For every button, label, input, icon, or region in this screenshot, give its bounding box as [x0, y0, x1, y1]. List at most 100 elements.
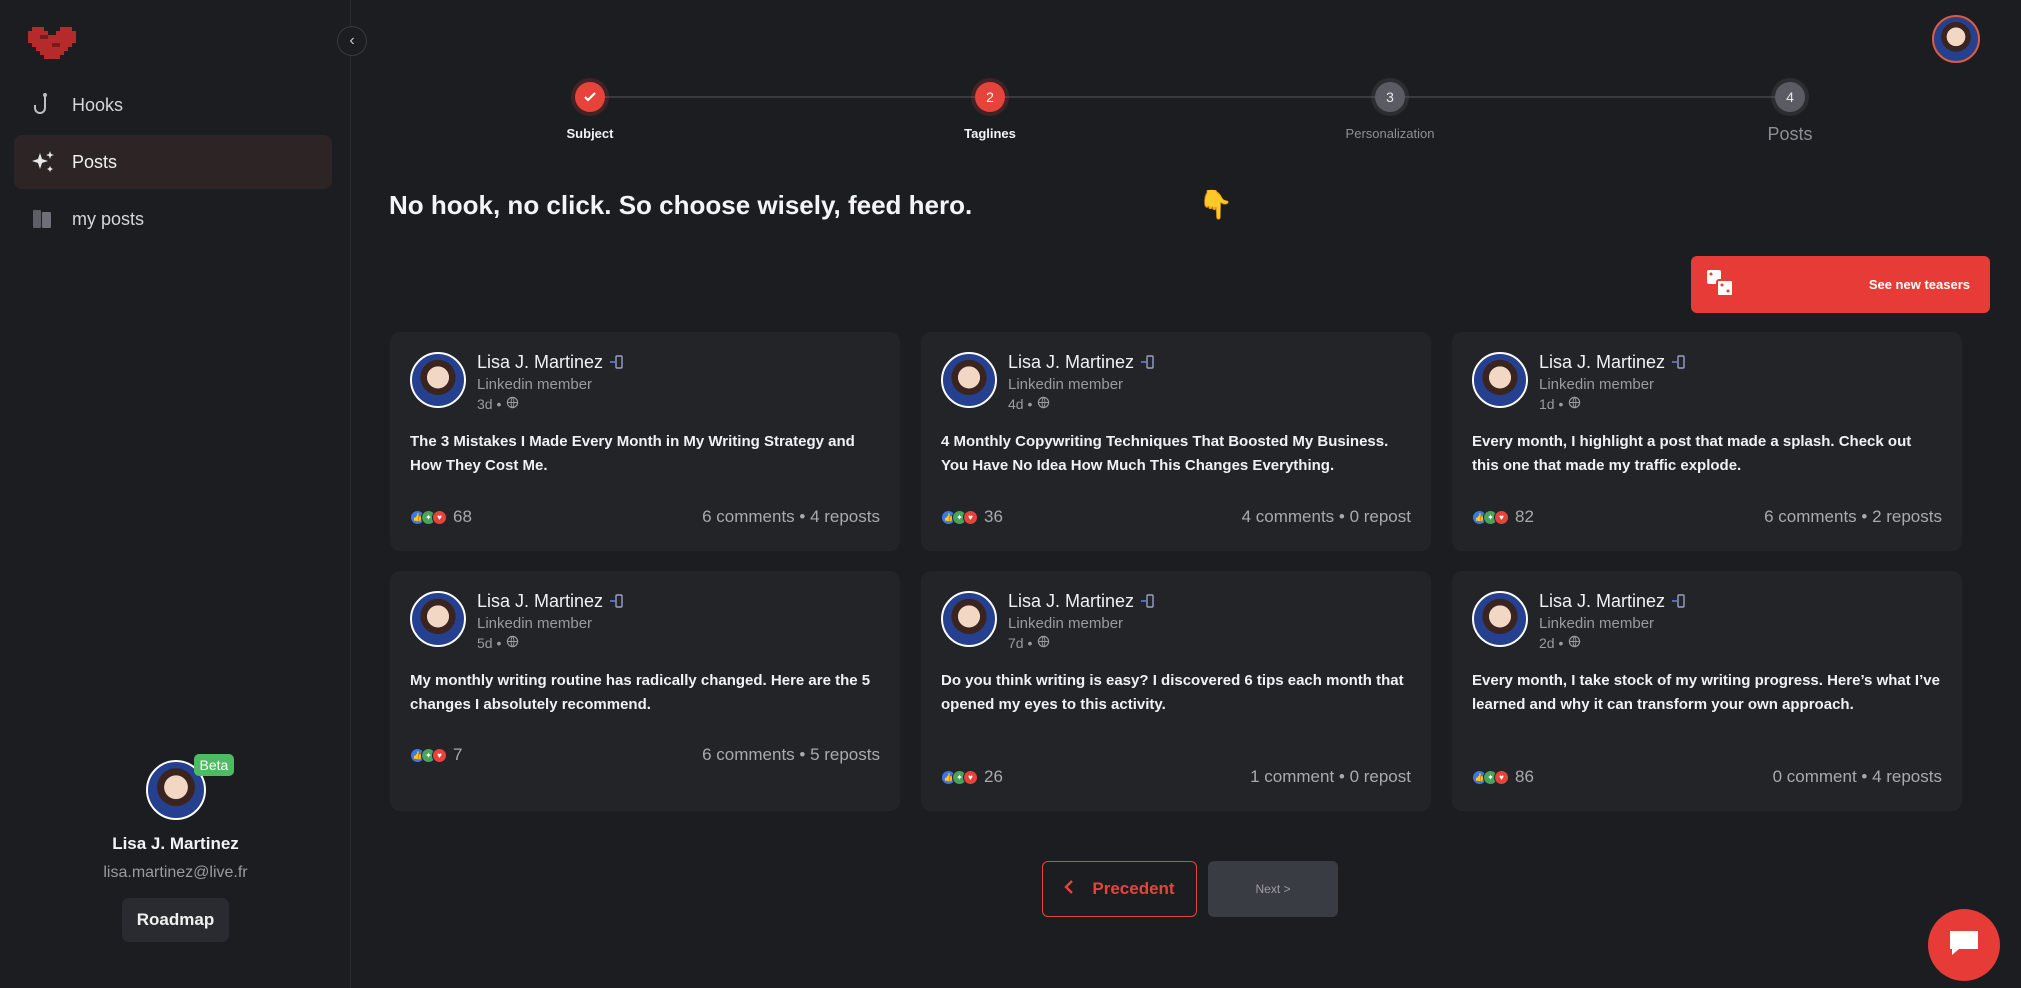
chevron-left-icon	[1064, 879, 1074, 899]
heart-icon: ♥	[1494, 509, 1509, 525]
globe-icon	[1037, 396, 1050, 412]
reaction-count: 26	[984, 767, 1003, 786]
chat-button[interactable]	[1928, 909, 2000, 981]
post-card[interactable]: Lisa J. Martinez Linkedin member 3d • Th…	[390, 332, 900, 551]
post-card[interactable]: Lisa J. Martinez Linkedin member 2d • Ev…	[1452, 571, 1962, 811]
globe-icon	[1568, 635, 1581, 651]
phone-icon	[1140, 593, 1156, 610]
progress-stepper: Subject 2 Taglines 3 Personalization 4 P…	[351, 78, 2021, 158]
phone-icon	[1140, 354, 1156, 371]
step-number: 2	[975, 82, 1005, 112]
see-new-teasers-button[interactable]: See new teasers	[1691, 256, 1990, 313]
reactions[interactable]: 👍 ✦ ♥ 68	[410, 507, 472, 527]
author-name: Lisa J. Martinez	[477, 591, 604, 611]
avatar[interactable]: Beta	[145, 754, 235, 820]
avatar	[1472, 352, 1528, 408]
author-name: Lisa J. Martinez	[1008, 591, 1135, 611]
roadmap-button[interactable]: Roadmap	[121, 898, 230, 942]
check-icon	[575, 82, 605, 112]
author-name: Lisa J. Martinez	[477, 352, 604, 372]
post-stats[interactable]: 6 comments • 5 reposts	[702, 745, 880, 765]
post-time: 2d	[1539, 635, 1555, 651]
post-text: Every month, I take stock of my writing …	[1472, 672, 1940, 713]
phone-icon	[1671, 354, 1687, 371]
teaser-button-label: See new teasers	[1868, 277, 1970, 292]
dice-icon	[1705, 268, 1735, 301]
post-text: Do you think writing is easy? I discover…	[941, 672, 1404, 713]
post-text: My monthly writing routine has radically…	[410, 672, 871, 713]
sidebar-item-label: my posts	[72, 208, 145, 229]
post-card[interactable]: Lisa J. Martinez Linkedin member 5d • My…	[390, 571, 900, 811]
sparkles-icon	[30, 149, 56, 175]
step-number: 4	[1775, 82, 1805, 112]
avatar	[410, 591, 466, 647]
account-avatar[interactable]	[1932, 15, 1980, 63]
reactions[interactable]: 👍 ✦ ♥ 7	[410, 745, 462, 765]
sidebar-item-hooks[interactable]: Hooks	[14, 78, 332, 132]
post-time: 5d	[477, 635, 493, 651]
step-label: Subject	[566, 126, 614, 141]
avatar	[941, 591, 997, 647]
reactions[interactable]: 👍 ✦ ♥ 86	[1472, 767, 1534, 787]
reactions[interactable]: 👍 ✦ ♥ 26	[941, 767, 1003, 787]
author-name: Lisa J. Martinez	[1008, 352, 1135, 372]
phone-icon	[1671, 593, 1687, 610]
next-button[interactable]: Next >	[1208, 861, 1338, 917]
avatar	[1472, 591, 1528, 647]
step-posts[interactable]: 4 Posts	[1710, 82, 1870, 145]
previous-button[interactable]: Precedent	[1042, 861, 1197, 917]
post-stats[interactable]: 4 comments • 0 repost	[1242, 507, 1411, 527]
post-text: Every month, I highlight a post that mad…	[1472, 433, 1912, 474]
hook-icon	[30, 92, 56, 118]
pixel-heart-icon[interactable]	[28, 22, 76, 64]
globe-icon	[1568, 396, 1581, 412]
sidebar-item-label: Hooks	[72, 94, 124, 115]
post-card[interactable]: Lisa J. Martinez Linkedin member 7d • Do…	[921, 571, 1431, 811]
author-role: Linkedin member	[1539, 376, 1655, 393]
step-taglines[interactable]: 2 Taglines	[910, 82, 1070, 141]
author-role: Linkedin member	[477, 376, 593, 393]
post-stats[interactable]: 1 comment • 0 repost	[1250, 767, 1411, 787]
sidebar-item-posts[interactable]: Posts	[14, 135, 332, 189]
globe-icon	[506, 396, 519, 412]
folder-icon	[30, 206, 56, 232]
reaction-count: 86	[1515, 767, 1534, 786]
profile-name: Lisa J. Martinez	[112, 834, 239, 853]
phone-icon	[609, 354, 625, 371]
avatar	[941, 352, 997, 408]
posts-grid: Lisa J. Martinez Linkedin member 3d • Th…	[390, 332, 1964, 811]
heart-icon: ♥	[432, 509, 447, 525]
post-card[interactable]: Lisa J. Martinez Linkedin member 1d • Ev…	[1452, 332, 1962, 551]
pointing-down-emoji: 👇	[1198, 189, 1233, 220]
post-card[interactable]: Lisa J. Martinez Linkedin member 4d • 4 …	[921, 332, 1431, 551]
user-profile: Beta Lisa J. Martinez lisa.martinez@live…	[0, 754, 351, 942]
author-role: Linkedin member	[1008, 615, 1124, 632]
reaction-count: 82	[1515, 507, 1534, 526]
post-text: The 3 Mistakes I Made Every Month in My …	[410, 433, 855, 474]
previous-button-label: Precedent	[1092, 879, 1175, 898]
page-title: No hook, no click. So choose wisely, fee…	[389, 190, 973, 220]
reactions[interactable]: 👍 ✦ ♥ 36	[941, 507, 1003, 527]
step-label: Personalization	[1345, 126, 1435, 141]
post-stats[interactable]: 6 comments • 4 reposts	[702, 507, 880, 527]
step-subject[interactable]: Subject	[510, 82, 670, 141]
reaction-count: 68	[453, 507, 472, 526]
post-stats[interactable]: 6 comments • 2 reposts	[1764, 507, 1942, 527]
reactions[interactable]: 👍 ✦ ♥ 82	[1472, 507, 1534, 527]
chevron-left-icon[interactable]: ‹	[337, 26, 367, 56]
post-stats[interactable]: 0 comment • 4 reposts	[1773, 767, 1942, 787]
author-role: Linkedin member	[1539, 615, 1655, 632]
chat-bubble-icon	[1947, 928, 1981, 963]
post-time: 1d	[1539, 396, 1555, 412]
heart-icon: ♥	[963, 769, 978, 785]
post-time: 4d	[1008, 396, 1024, 412]
heart-icon: ♥	[1494, 769, 1509, 785]
globe-icon	[506, 635, 519, 651]
phone-icon	[609, 593, 625, 610]
sidebar-item-my-posts[interactable]: my posts	[14, 192, 332, 246]
globe-icon	[1037, 635, 1050, 651]
step-number: 3	[1375, 82, 1405, 112]
step-personalization[interactable]: 3 Personalization	[1310, 82, 1470, 141]
heart-icon: ♥	[432, 747, 447, 763]
reaction-count: 36	[984, 507, 1003, 526]
